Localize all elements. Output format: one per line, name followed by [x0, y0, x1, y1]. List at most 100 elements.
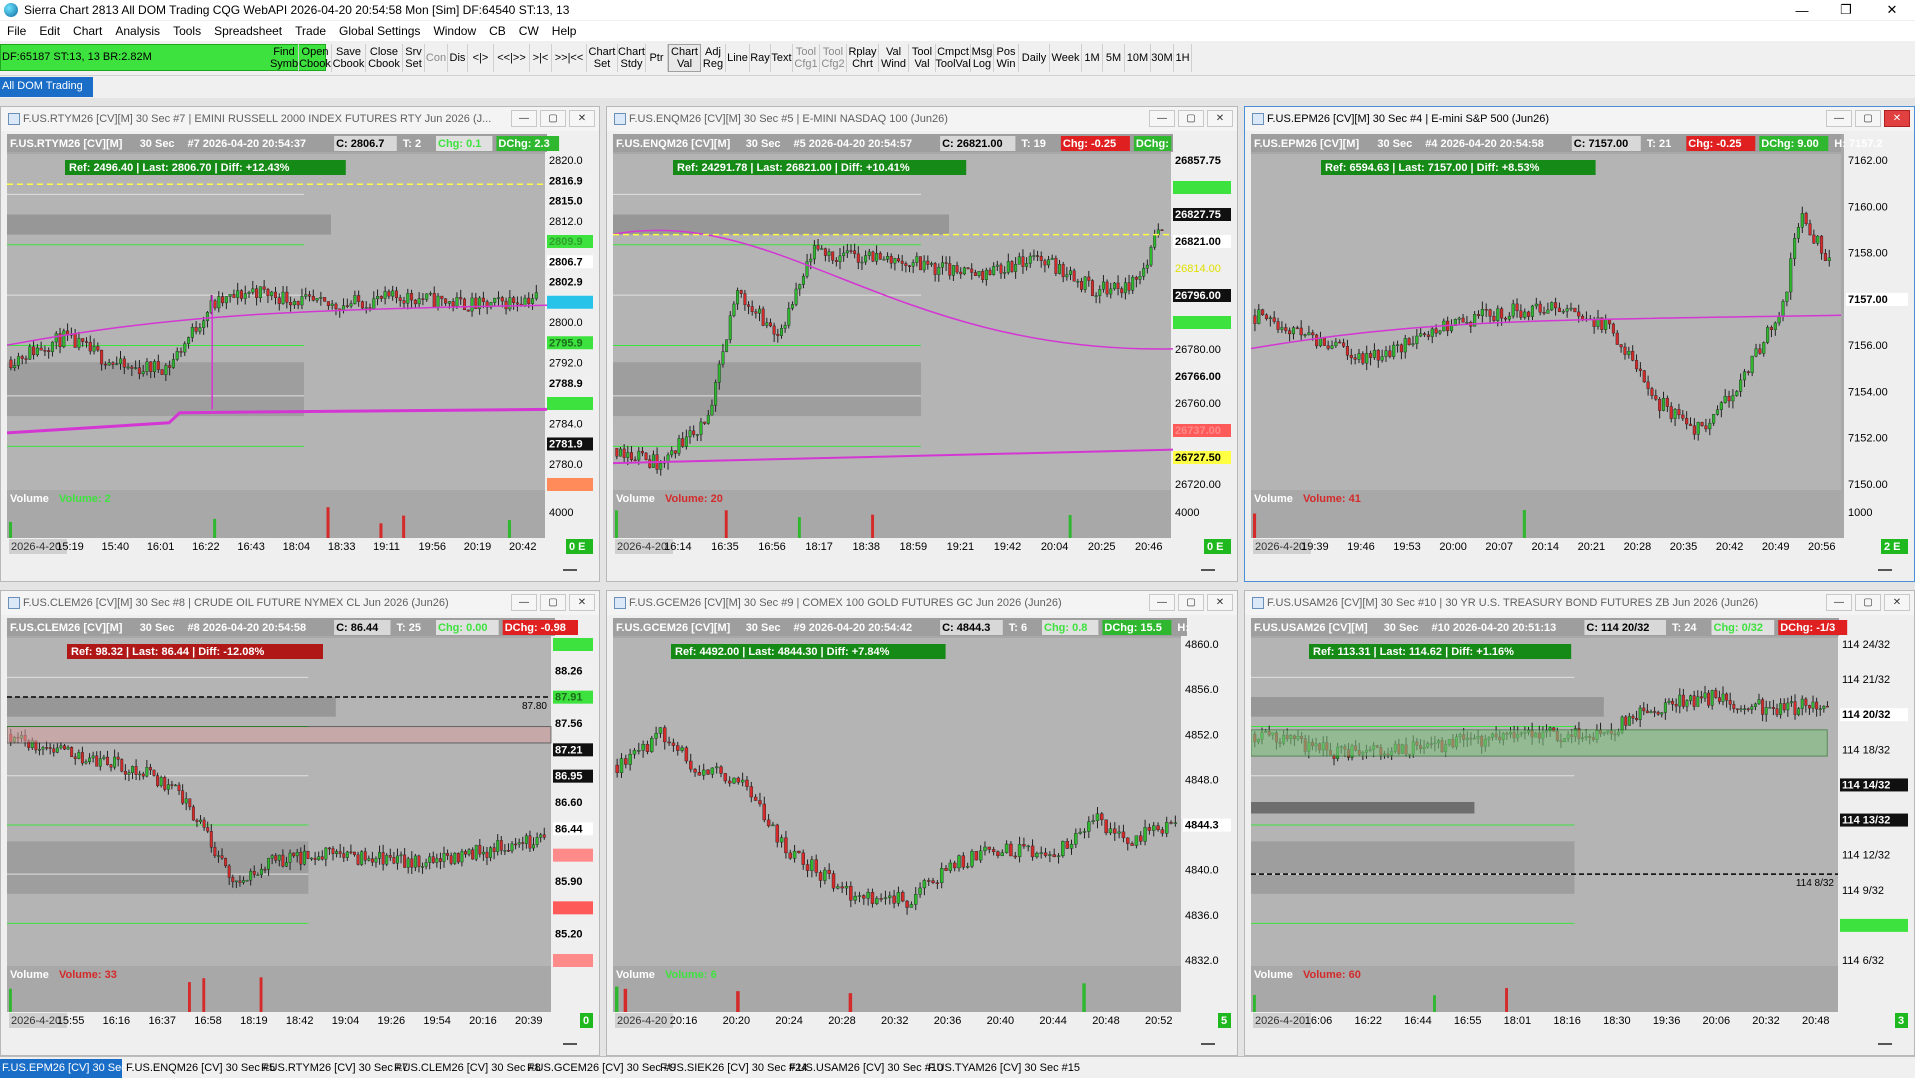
chart-area[interactable]: F.US.RTYM26 [CV][M] 30 Sec #7 2026-04-20 2…	[7, 134, 595, 556]
taskbar-tab-3[interactable]: F.US.CLEM26 [CV] 30 Sec #8	[392, 1059, 541, 1078]
tf-1h-button[interactable]: 1H	[1174, 44, 1192, 72]
chart-set-button[interactable]: Chart Set	[587, 44, 618, 72]
resize-grip-icon[interactable]	[563, 569, 577, 571]
daily-button[interactable]: Daily	[1019, 44, 1050, 72]
close-cbook-button[interactable]: Close Cbook	[366, 44, 403, 72]
menu-window[interactable]: Window	[426, 24, 482, 38]
window-close-button[interactable]: ✕	[1884, 594, 1910, 611]
nav1-button[interactable]: <|>	[468, 44, 494, 72]
ptr-button[interactable]: Ptr	[646, 44, 668, 72]
window-maximize-button[interactable]: ▢	[1855, 594, 1881, 611]
taskbar-tab-7[interactable]: F.US.TYAM26 [CV] 30 Sec #15	[926, 1059, 1080, 1078]
window-maximize-button[interactable]: ▢	[1178, 594, 1204, 611]
con-button[interactable]: Con	[425, 44, 448, 72]
val-wind-button[interactable]: Val Wind	[879, 44, 909, 72]
chart-canvas[interactable]: F.US.USAM26 [CV][M] 30 Sec #10 2026-04-20 …	[1251, 618, 1910, 1030]
tool-cfg2-button[interactable]: Tool Cfg2	[820, 44, 847, 72]
chart-canvas[interactable]: F.US.EPM26 [CV][M] 30 Sec #4 2026-04-20 20…	[1251, 134, 1910, 556]
menu-help[interactable]: Help	[545, 24, 583, 38]
resize-grip-icon[interactable]	[1201, 569, 1215, 571]
msg-log-button[interactable]: Msg Log	[971, 44, 994, 72]
tf-10m-button[interactable]: 10M	[1125, 44, 1151, 72]
menu-cw[interactable]: CW	[512, 24, 545, 38]
window-close-button[interactable]: ✕	[569, 594, 595, 611]
save-cbook-button[interactable]: Save Cbook	[332, 44, 366, 72]
candle-body	[1820, 235, 1824, 254]
dis-button[interactable]: Dis	[448, 44, 468, 72]
resize-grip-icon[interactable]	[563, 1043, 577, 1045]
chartbook-tab[interactable]: All DOM Trading	[0, 77, 93, 97]
taskbar-tab-4[interactable]: F.US.GCEM26 [CV] 30 Sec #9	[525, 1059, 676, 1078]
chart-val-button[interactable]: Chart Val	[668, 44, 701, 72]
window-minimize-button[interactable]: —	[1149, 110, 1175, 127]
taskbar-tab-2[interactable]: F.US.RTYM26 [CV] 30 Sec #7	[259, 1059, 408, 1078]
menu-spreadsheet[interactable]: Spreadsheet	[207, 24, 288, 38]
tf-30m-button[interactable]: 30M	[1151, 44, 1174, 72]
time-axis-label: 2026-4-20	[617, 1015, 667, 1027]
window-maximize-button[interactable]: ▢	[1178, 110, 1204, 127]
chart-area[interactable]: F.US.GCEM26 [CV][M] 30 Sec #9 2026-04-20 2…	[613, 618, 1233, 1030]
menu-trade[interactable]: Trade	[288, 24, 332, 38]
srv-set-button[interactable]: Srv Set	[403, 44, 425, 72]
ray-button[interactable]: Ray	[750, 44, 771, 72]
chart-area[interactable]: F.US.ENQM26 [CV][M] 30 Sec #5 2026-04-20 2…	[613, 134, 1233, 556]
window-minimize-button[interactable]: —	[1149, 594, 1175, 611]
close-icon[interactable]: ✕	[1870, 0, 1914, 20]
candle-body	[1766, 327, 1770, 343]
rplay-chrt-button[interactable]: Rplay Chrt	[847, 44, 879, 72]
chart-area[interactable]: F.US.EPM26 [CV][M] 30 Sec #4 2026-04-20 20…	[1251, 134, 1910, 556]
window-maximize-button[interactable]: ▢	[1855, 110, 1881, 127]
maximize-icon[interactable]: ❐	[1824, 0, 1868, 20]
find-symb-button[interactable]: Find Symb	[270, 44, 299, 72]
minimize-icon[interactable]: —	[1780, 0, 1824, 20]
week-button[interactable]: Week	[1050, 44, 1082, 72]
resize-grip-icon[interactable]	[1201, 1043, 1215, 1045]
menu-tools[interactable]: Tools	[166, 24, 207, 38]
menu-analysis[interactable]: Analysis	[108, 24, 166, 38]
window-maximize-button[interactable]: ▢	[540, 110, 566, 127]
taskbar-tab-1[interactable]: F.US.ENQM26 [CV] 30 Sec #5	[124, 1059, 275, 1078]
window-minimize-button[interactable]: —	[1826, 594, 1852, 611]
chart-canvas[interactable]: F.US.CLEM26 [CV][M] 30 Sec #8 2026-04-20 2…	[7, 618, 595, 1030]
window-minimize-button[interactable]: —	[511, 594, 537, 611]
menu-global-settings[interactable]: Global Settings	[332, 24, 426, 38]
nav2-button[interactable]: <<|>>	[494, 44, 530, 72]
chart-area[interactable]: F.US.USAM26 [CV][M] 30 Sec #10 2026-04-20 …	[1251, 618, 1910, 1030]
window-minimize-button[interactable]: —	[1826, 110, 1852, 127]
window-close-button[interactable]: ✕	[569, 110, 595, 127]
tool-val-button[interactable]: Tool Val	[909, 44, 936, 72]
nav3-button[interactable]: >|<	[530, 44, 552, 72]
window-minimize-button[interactable]: —	[511, 110, 537, 127]
tf-1m-button[interactable]: 1M	[1082, 44, 1103, 72]
tf-5m-button[interactable]: 5M	[1103, 44, 1125, 72]
taskbar-tab-6[interactable]: F.US.USAM26 [CV] 30 Sec #10	[787, 1059, 943, 1078]
candle-body	[1789, 258, 1793, 293]
taskbar-tab-5[interactable]: F.US.SIEK26 [CV] 30 Sec #24	[658, 1059, 807, 1078]
text-button[interactable]: Text	[771, 44, 793, 72]
chart-canvas[interactable]: F.US.GCEM26 [CV][M] 30 Sec #9 2026-04-20 2…	[613, 618, 1233, 1030]
window-maximize-button[interactable]: ▢	[540, 594, 566, 611]
resize-grip-icon[interactable]	[1878, 1043, 1892, 1045]
window-close-button[interactable]: ✕	[1884, 110, 1910, 127]
nav4-button[interactable]: >>|<<	[552, 44, 587, 72]
cmpct-toolval-button[interactable]: Cmpct ToolVal	[935, 44, 971, 72]
menu-chart[interactable]: Chart	[66, 24, 108, 38]
resize-grip-icon[interactable]	[1878, 569, 1892, 571]
sierra-chart-app: Sierra Chart 2813 All DOM Trading CQG We…	[0, 0, 1915, 1078]
menu-cb[interactable]: CB	[482, 24, 512, 38]
menu-file[interactable]: File	[0, 24, 32, 38]
candle-body	[385, 855, 389, 865]
window-close-button[interactable]: ✕	[1207, 594, 1233, 611]
chart-area[interactable]: F.US.CLEM26 [CV][M] 30 Sec #8 2026-04-20 2…	[7, 618, 595, 1030]
adj-reg-button[interactable]: Adj Reg	[701, 44, 726, 72]
pos-win-button[interactable]: Pos Win	[994, 44, 1019, 72]
menu-edit[interactable]: Edit	[32, 24, 66, 38]
open-cbook-button[interactable]: Open Cbook	[299, 44, 332, 72]
taskbar-tab-0[interactable]: F.US.EPM26 [CV] 30 Sec #4	[0, 1059, 142, 1078]
chart-canvas[interactable]: F.US.ENQM26 [CV][M] 30 Sec #5 2026-04-20 2…	[613, 134, 1233, 556]
line-button[interactable]: Line	[726, 44, 750, 72]
chart-stdy-button[interactable]: Chart Stdy	[618, 44, 646, 72]
chart-canvas[interactable]: F.US.RTYM26 [CV][M] 30 Sec #7 2026-04-20 2…	[7, 134, 595, 556]
window-close-button[interactable]: ✕	[1207, 110, 1233, 127]
tool-cfg1-button[interactable]: Tool Cfg1	[793, 44, 820, 72]
